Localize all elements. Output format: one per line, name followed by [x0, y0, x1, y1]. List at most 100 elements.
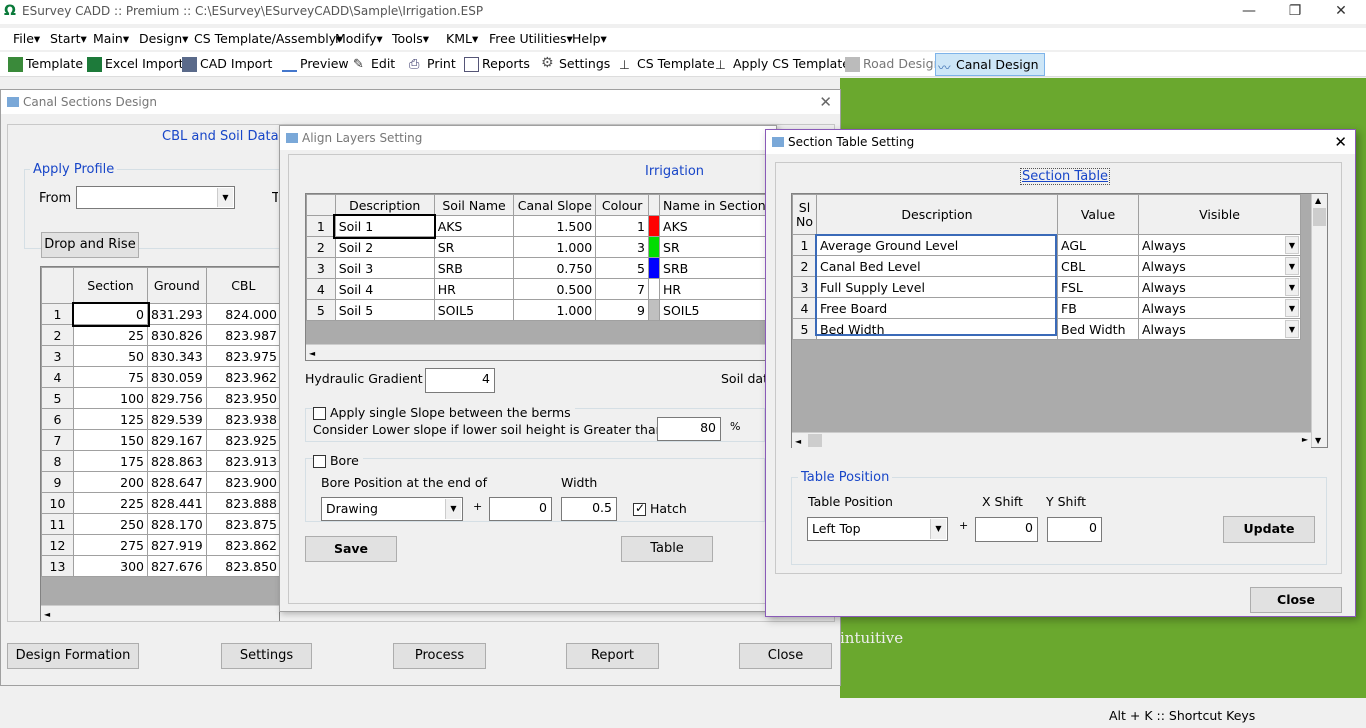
table-cell[interactable]: 1.500 — [513, 215, 597, 237]
table-cell[interactable]: 828.170 — [147, 513, 207, 535]
table-cell[interactable]: 830.343 — [147, 345, 207, 367]
chevron-down-icon[interactable]: ▼ — [1285, 257, 1299, 275]
visible-combo[interactable]: Always ▼ — [1138, 297, 1301, 319]
row-header[interactable]: 3 — [792, 276, 817, 298]
table-cell[interactable]: SOIL5 — [659, 299, 770, 321]
table-cell[interactable]: AKS — [659, 215, 770, 237]
table-cell[interactable]: 824.000 — [205, 303, 279, 325]
column-header[interactable]: Description — [816, 194, 1058, 235]
section-grid-vscrollbar[interactable]: ▲ ▼ — [1311, 194, 1327, 447]
table-cell[interactable]: 0.500 — [513, 278, 597, 300]
table-cell[interactable]: HR — [433, 278, 515, 300]
table-cell[interactable]: 827.676 — [147, 555, 207, 577]
close-button[interactable]: Close — [1250, 587, 1342, 613]
table-cell[interactable]: 7 — [595, 278, 649, 300]
color-swatch[interactable] — [647, 215, 661, 237]
table-button[interactable]: Table — [621, 536, 713, 562]
table-cell[interactable]: Soil 1 — [333, 213, 437, 239]
visible-combo[interactable]: Always ▼ — [1138, 255, 1301, 277]
table-row[interactable]: 1 0 831.293 824.000 — [41, 301, 279, 327]
table-row[interactable]: 5 100 829.756 823.950 — [41, 387, 279, 409]
table-cell[interactable]: AGL — [1057, 234, 1139, 256]
table-cell[interactable]: 275 — [73, 534, 148, 556]
column-header[interactable]: CBL — [205, 267, 279, 304]
lower-slope-input[interactable]: 80 — [657, 417, 721, 441]
row-header[interactable]: 5 — [306, 299, 336, 321]
table-cell[interactable]: Free Board — [816, 297, 1058, 319]
bore-width-input[interactable]: 0.5 — [561, 497, 617, 521]
table-cell[interactable]: CBL — [1057, 255, 1139, 277]
table-cell[interactable]: Full Supply Level — [816, 276, 1058, 298]
row-header[interactable]: 1 — [306, 215, 336, 237]
table-row[interactable]: 2 25 830.826 823.987 — [41, 324, 279, 346]
row-header[interactable]: 10 — [41, 492, 74, 514]
row-header[interactable]: 2 — [41, 324, 74, 346]
column-header[interactable]: Section — [73, 267, 148, 304]
restore-icon[interactable]: ❐ — [1272, 0, 1318, 24]
soil-grid-scrollbar[interactable]: ◄ — [306, 344, 770, 360]
table-cell[interactable]: 823.862 — [205, 534, 279, 556]
table-cell[interactable]: 1.000 — [513, 299, 597, 321]
close-icon[interactable]: ✕ — [819, 93, 832, 111]
table-cell[interactable]: 829.756 — [147, 387, 207, 409]
menu-file[interactable]: File▾ — [13, 31, 40, 46]
menu-modify[interactable]: Modify▾ — [335, 31, 383, 46]
row-header[interactable]: 2 — [792, 255, 817, 277]
settings-button[interactable]: Settings — [221, 643, 312, 669]
table-cell[interactable]: 828.441 — [147, 492, 207, 514]
row-header[interactable]: 12 — [41, 534, 74, 556]
table-cell[interactable]: 823.950 — [205, 387, 279, 409]
visible-combo[interactable]: Always ▼ — [1138, 318, 1301, 340]
table-cell[interactable]: Canal Bed Level — [816, 255, 1058, 277]
hydraulic-gradient-input[interactable]: 4 — [425, 368, 495, 393]
tab-cbl-soil[interactable]: CBL and Soil Data — [162, 129, 279, 144]
table-cell[interactable]: 830.059 — [147, 366, 207, 388]
table-row[interactable]: 2 Soil 2 SR 1.000 3 SR — [306, 236, 770, 258]
table-cell[interactable]: 1.000 — [513, 236, 597, 258]
row-header[interactable]: 11 — [41, 513, 74, 535]
table-cell[interactable]: 150 — [73, 429, 148, 451]
menu-help[interactable]: Help▾ — [572, 31, 607, 46]
table-cell[interactable]: 823.888 — [205, 492, 279, 514]
y-shift-input[interactable]: 0 — [1047, 517, 1102, 542]
cad-import-button[interactable]: CAD Import — [180, 56, 272, 76]
table-cell[interactable]: FSL — [1057, 276, 1139, 298]
table-cell[interactable]: HR — [659, 278, 770, 300]
apply-cs-template-button[interactable]: ⊥ Apply CS Template — [713, 56, 850, 76]
row-header[interactable]: 8 — [41, 450, 74, 472]
table-cell[interactable]: Average Ground Level — [816, 234, 1058, 256]
table-row[interactable]: 4 Soil 4 HR 0.500 7 HR — [306, 278, 770, 300]
menu-free-utilities[interactable]: Free Utilities▾ — [489, 31, 573, 46]
visible-combo[interactable]: Always ▼ — [1138, 276, 1301, 298]
table-cell[interactable]: 100 — [73, 387, 148, 409]
column-header[interactable]: Canal Slope — [513, 194, 597, 216]
table-cell[interactable]: 25 — [73, 324, 148, 346]
table-cell[interactable]: 75 — [73, 366, 148, 388]
row-header[interactable]: 1 — [792, 234, 817, 256]
row-header[interactable]: 3 — [41, 345, 74, 367]
column-header[interactable]: Ground — [147, 267, 207, 304]
edit-button[interactable]: ✎ Edit — [351, 56, 395, 76]
table-cell[interactable]: 823.900 — [205, 471, 279, 493]
canal-design-button[interactable]: 〰 Canal Design — [935, 53, 1045, 76]
row-header[interactable]: 3 — [306, 257, 336, 279]
table-cell[interactable]: 823.875 — [205, 513, 279, 535]
table-row[interactable]: 6 125 829.539 823.938 — [41, 408, 279, 430]
drop-and-rise-button[interactable]: Drop and Rise — [41, 232, 139, 258]
settings-button[interactable]: ⚙ Settings — [539, 55, 610, 76]
chevron-down-icon[interactable]: ▼ — [1285, 236, 1299, 254]
table-cell[interactable]: SOIL5 — [433, 299, 515, 321]
print-button[interactable]: ⎙ Print — [407, 56, 456, 76]
table-row[interactable]: 13 300 827.676 823.850 — [41, 555, 279, 577]
menu-main[interactable]: Main▾ — [93, 31, 129, 46]
column-header[interactable]: Visible — [1138, 194, 1301, 235]
table-cell[interactable]: 200 — [73, 471, 148, 493]
road-design-button[interactable]: Road Design — [843, 56, 942, 76]
table-cell[interactable]: 823.850 — [205, 555, 279, 577]
table-row[interactable]: 3 Soil 3 SRB 0.750 5 SRB — [306, 257, 770, 279]
table-cell[interactable]: Bed Width — [816, 318, 1058, 340]
table-cell[interactable]: 828.863 — [147, 450, 207, 472]
row-header[interactable]: 4 — [41, 366, 74, 388]
color-swatch[interactable] — [647, 299, 661, 321]
bore-offset-input[interactable]: 0 — [489, 497, 552, 521]
